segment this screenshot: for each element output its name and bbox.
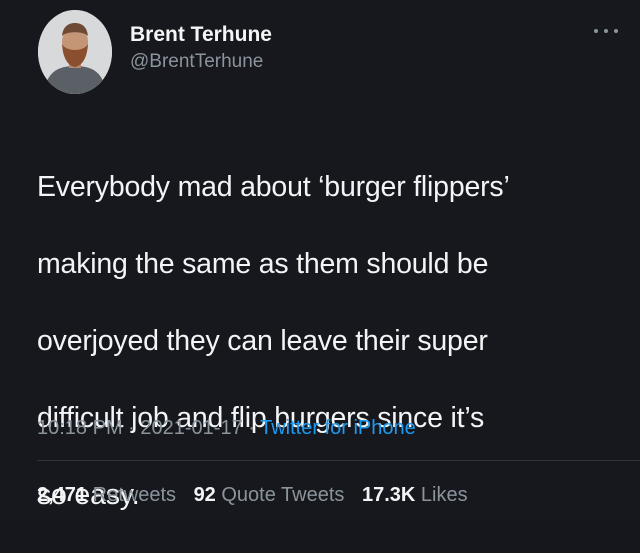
user-handle[interactable]: @BrentTerhune (130, 49, 272, 75)
tweet-header: Brent Terhune @BrentTerhune (38, 10, 620, 100)
tweet-meta: 10:18 PM · 2021-01-17 · Twitter for iPho… (37, 417, 416, 440)
likes-count: 17.3K (361, 484, 416, 506)
more-dot (604, 29, 608, 33)
tweet-text-line: overjoyed they can leave their super (37, 324, 488, 357)
divider (37, 460, 640, 461)
author-info: Brent Terhune @BrentTerhune (130, 22, 272, 75)
quote-tweets-stat[interactable]: 92 Quote Tweets (194, 484, 345, 506)
tweet-source-link[interactable]: Twitter for iPhone (260, 417, 416, 439)
tweet-text-line: Everybody mad about ‘burger flippers’ (37, 170, 510, 203)
meta-separator: · (242, 417, 261, 439)
retweets-label: Retweets (92, 484, 176, 506)
retweets-count: 2,471 (37, 484, 88, 506)
more-dot (614, 29, 618, 33)
more-horizontal-icon[interactable] (594, 24, 618, 38)
tweet-stats: 2,471 Retweets 92 Quote Tweets 17.3K Lik… (37, 484, 480, 507)
tweet-time[interactable]: 10:18 PM (37, 417, 123, 439)
tweet-text-line: making the same as them should be (37, 247, 489, 280)
likes-stat[interactable]: 17.3K Likes (362, 484, 468, 506)
avatar[interactable] (38, 10, 112, 94)
quote-tweets-label: Quote Tweets (221, 484, 345, 506)
more-dot (594, 29, 598, 33)
quote-tweets-count: 92 (193, 484, 216, 506)
tweet-card: Brent Terhune @BrentTerhune Everybody ma… (0, 0, 640, 520)
display-name[interactable]: Brent Terhune (130, 22, 272, 48)
meta-separator: · (122, 417, 141, 439)
likes-label: Likes (420, 484, 468, 506)
tweet-date[interactable]: 2021-01-17 (140, 417, 242, 439)
retweets-stat[interactable]: 2,471 Retweets (37, 484, 176, 506)
